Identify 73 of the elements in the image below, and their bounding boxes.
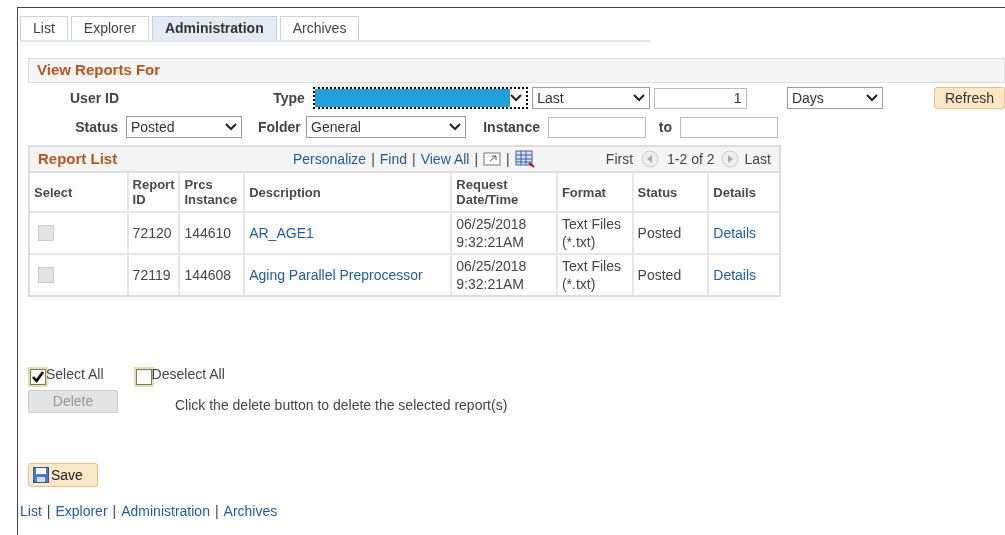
instance-field[interactable] xyxy=(548,116,646,138)
caret-icon xyxy=(865,94,878,102)
tab[interactable]: Explorer xyxy=(70,16,149,40)
separator-text: | xyxy=(474,149,479,169)
table-cell-text: 9:32:21AM xyxy=(456,233,525,251)
grid-title: Report List xyxy=(38,148,119,169)
select-all-label: Select All xyxy=(46,365,104,384)
table-cell: Text Files (*.txt) xyxy=(555,255,632,295)
column-header: Select xyxy=(33,183,74,202)
separator-text: | xyxy=(46,502,51,521)
footer-link[interactable]: Explorer xyxy=(55,501,108,522)
type-select[interactable] xyxy=(312,87,529,109)
table-cell-text: 9:32:21AM xyxy=(456,275,525,293)
column-header: Status xyxy=(631,173,708,211)
grid-link[interactable]: View All xyxy=(420,148,470,170)
footer-link[interactable]: List xyxy=(20,501,42,522)
table-cell-text: 06/25/2018 xyxy=(456,257,528,275)
table-cell: Text Files (*.txt) xyxy=(555,213,632,253)
caret-icon xyxy=(632,94,645,102)
footer-link[interactable]: Administration xyxy=(121,501,210,522)
table-cell: Posted xyxy=(631,213,708,253)
column-header: Details xyxy=(707,173,779,211)
separator-text: | xyxy=(112,502,117,521)
instance-to-field[interactable] xyxy=(680,116,778,138)
caret-icon xyxy=(510,94,523,102)
deselect-all-checkbox[interactable] xyxy=(135,369,152,385)
column-header: Request Date/Time xyxy=(450,173,556,211)
caret-icon xyxy=(449,123,461,131)
pager-last[interactable]: Last xyxy=(744,148,771,170)
pager-range: 1-2 of 2 xyxy=(667,149,715,169)
table-cell: 72120 xyxy=(126,213,179,253)
table-cell: Posted xyxy=(631,255,708,295)
select-all-checkbox[interactable] xyxy=(30,369,46,385)
field-label: Type xyxy=(272,88,306,108)
grid-link[interactable]: Personalize xyxy=(293,148,367,170)
table-cell: 72119 xyxy=(126,255,179,295)
grid-link[interactable]: Find xyxy=(379,148,408,170)
count-field[interactable]: 1 xyxy=(653,87,747,109)
tab[interactable]: List xyxy=(20,16,68,40)
column-header: Format xyxy=(555,173,632,211)
deselect-all-label: Deselect All xyxy=(151,365,225,384)
separator-text: | xyxy=(371,149,375,169)
table-cell: 144608 xyxy=(178,255,244,295)
field-label: Status xyxy=(74,117,119,137)
table-cell-text: 06/25/2018 xyxy=(456,215,528,233)
column-header: Description xyxy=(243,173,451,211)
column-header: Prcs Instance xyxy=(178,173,244,211)
unit-select[interactable]: Days xyxy=(786,87,883,109)
folder-select[interactable]: General xyxy=(306,116,466,138)
separator-text: | xyxy=(412,149,416,169)
caret-icon xyxy=(225,123,237,131)
period-select[interactable]: Last xyxy=(532,87,650,109)
tab[interactable]: Administration xyxy=(151,16,277,40)
refresh-button[interactable]: Refresh xyxy=(933,87,1005,109)
field-label: to xyxy=(657,117,673,137)
next-icon[interactable] xyxy=(720,150,739,168)
pager-first[interactable]: First xyxy=(605,148,634,170)
separator-text: | xyxy=(214,502,219,521)
save-button[interactable]: Save xyxy=(28,463,98,487)
panel-title: View Reports For xyxy=(37,60,161,81)
zoom-icon[interactable] xyxy=(483,152,502,166)
tab[interactable]: Archives xyxy=(279,16,360,40)
spreadsheet-icon[interactable] xyxy=(514,150,535,168)
previous-icon[interactable] xyxy=(641,150,660,168)
delete-hint: Click the delete button to delete the selected report(s) xyxy=(175,395,508,415)
status-select[interactable]: Posted xyxy=(126,116,242,138)
field-label: User ID xyxy=(70,88,121,108)
field-label: Folder xyxy=(258,117,302,137)
field-label: Instance xyxy=(482,117,541,137)
footer-link[interactable]: Archives xyxy=(223,501,278,522)
table-cell: 144610 xyxy=(178,213,244,253)
separator-text: | xyxy=(506,149,510,169)
column-header: Report ID xyxy=(126,173,179,211)
